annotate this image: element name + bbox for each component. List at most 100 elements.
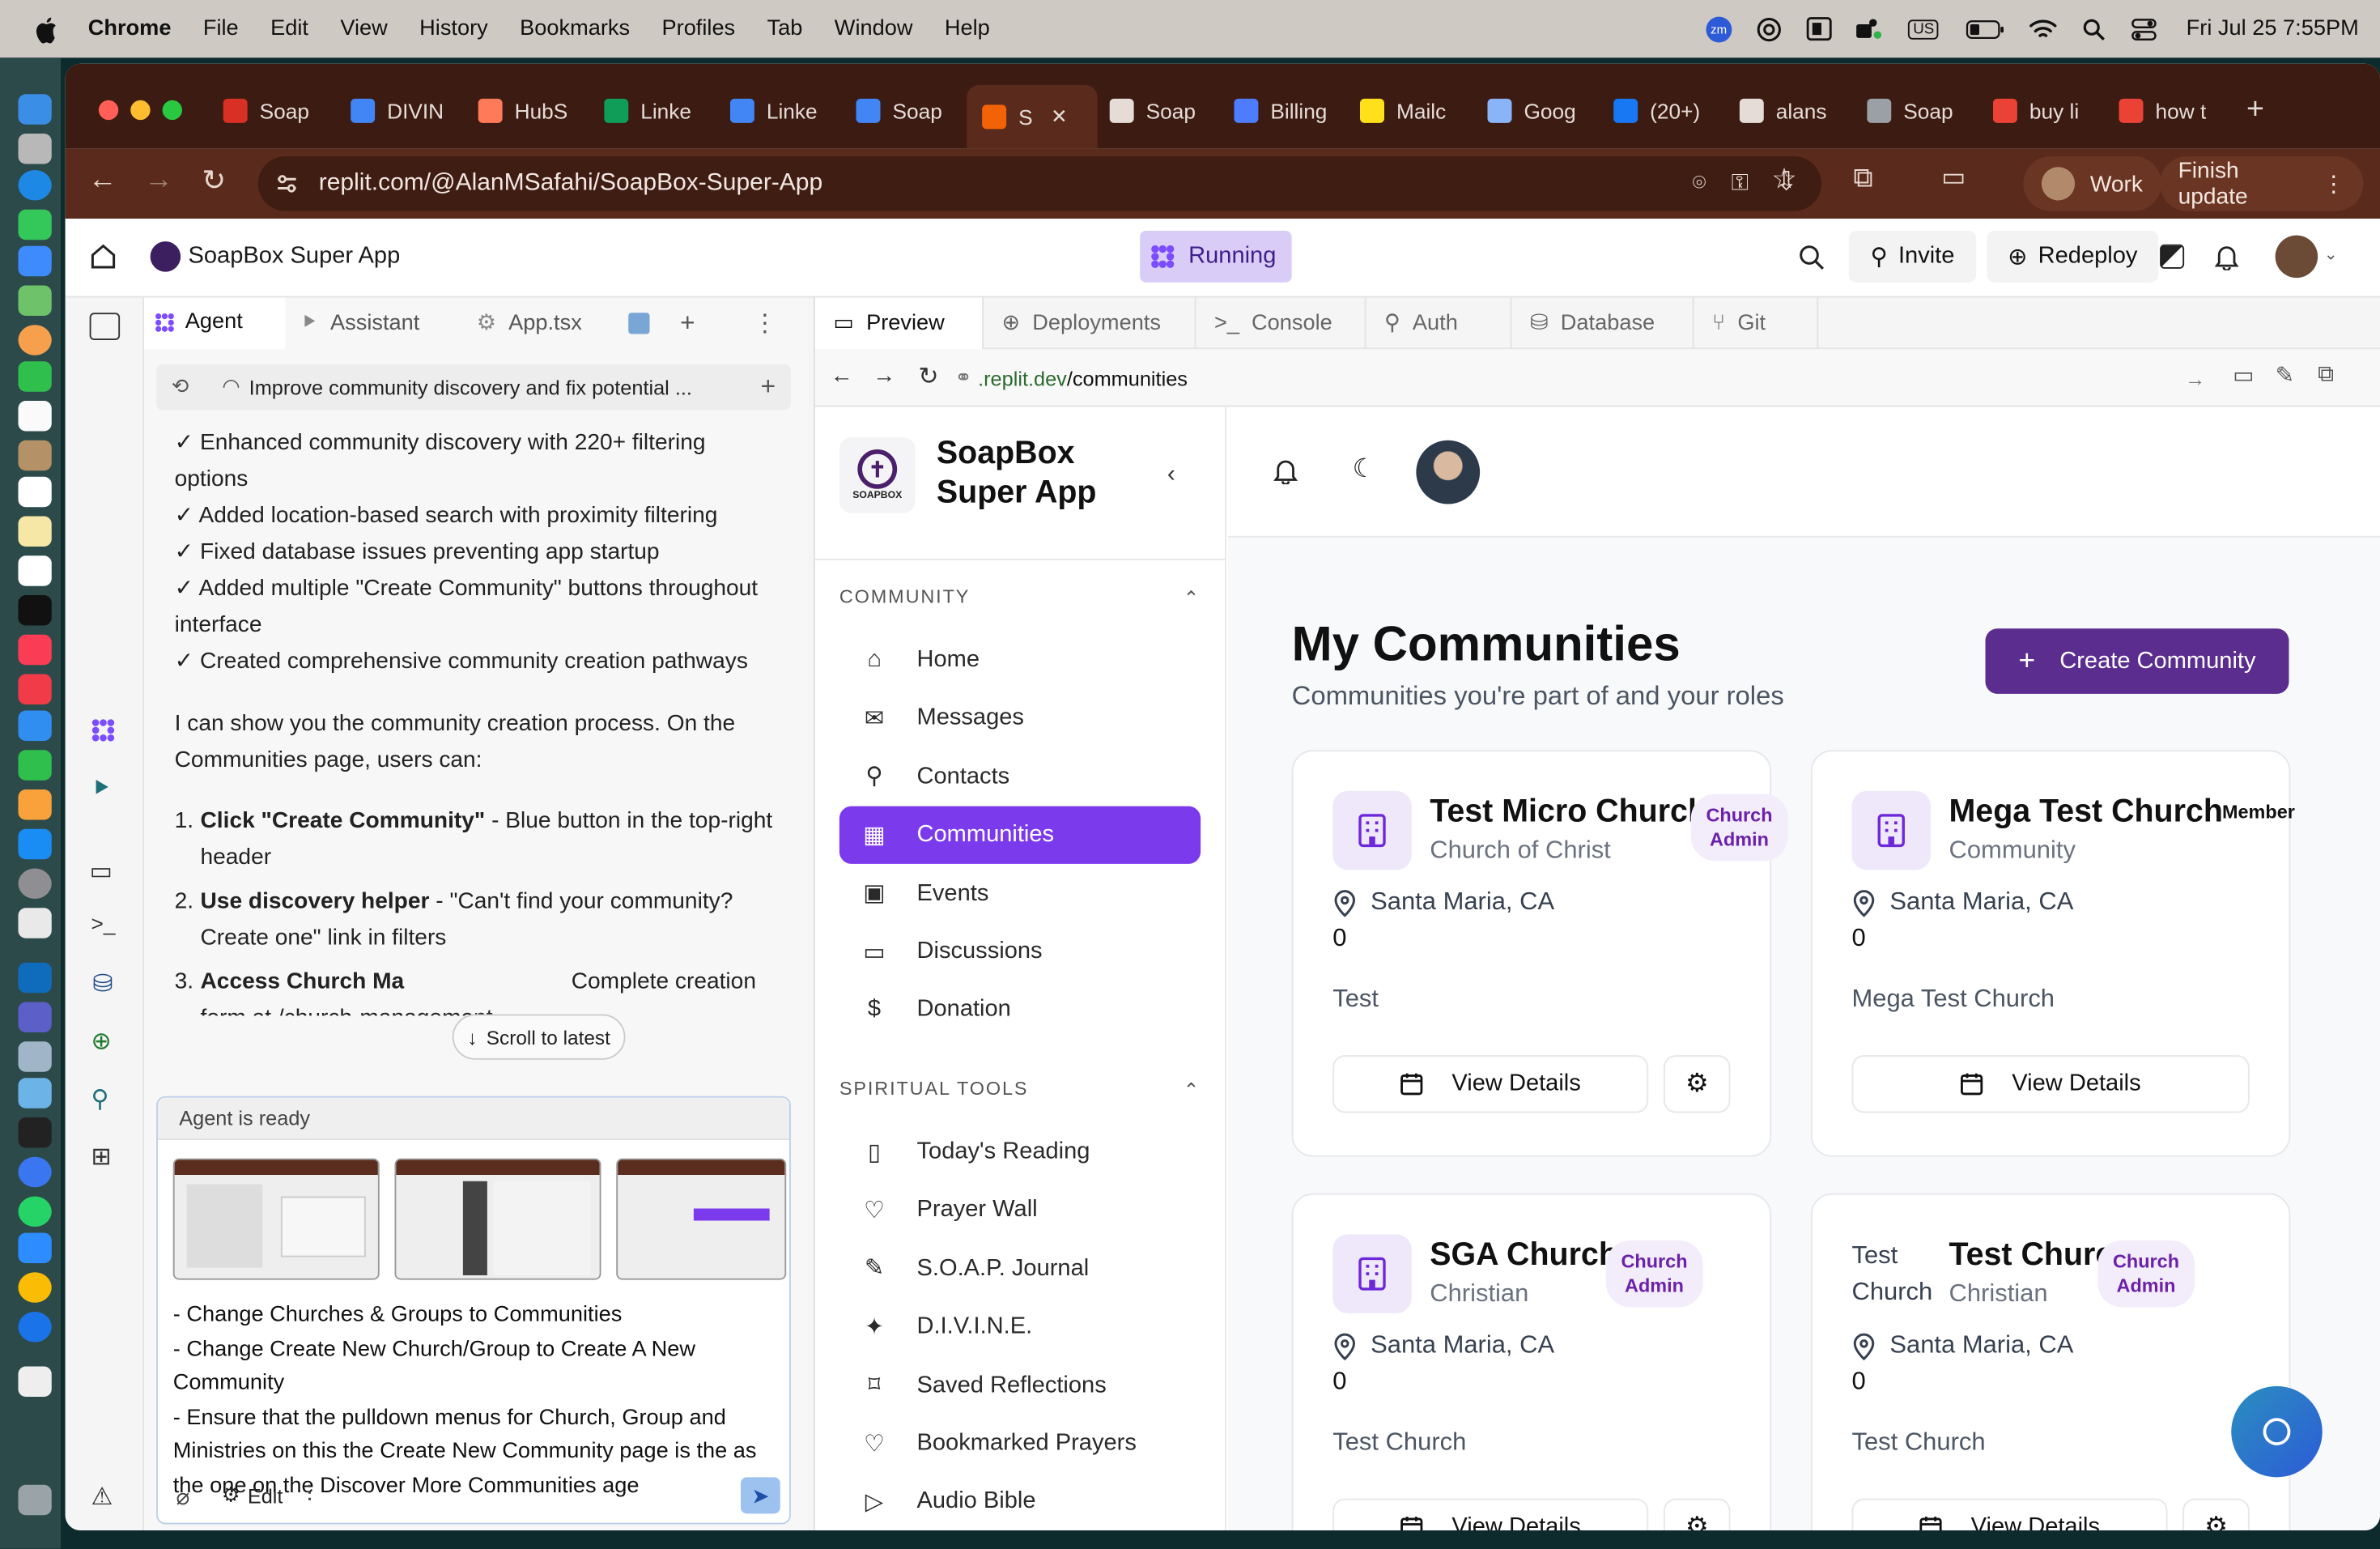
launchpad-icon[interactable] xyxy=(18,134,52,164)
chrome-icon[interactable] xyxy=(18,1272,52,1303)
scroll-to-latest-button[interactable]: ↓ Scroll to latest xyxy=(452,1014,626,1060)
auth-rail-icon[interactable]: ⚲ xyxy=(91,1084,109,1115)
screenshot-thumbnail[interactable] xyxy=(616,1158,787,1280)
search-icon[interactable] xyxy=(1799,245,1825,270)
menu-file[interactable]: File xyxy=(203,17,239,41)
sidebar-item-communities[interactable]: ▦ Communities xyxy=(839,806,1201,865)
apple-icon[interactable] xyxy=(31,14,62,45)
wifi-icon[interactable] xyxy=(2029,17,2058,41)
zoom-dock-icon[interactable] xyxy=(18,1232,52,1263)
device-icon[interactable]: ▭ xyxy=(2233,361,2255,389)
sidebar-item-bookmarked-prayers[interactable]: ♡ Bookmarked Prayers xyxy=(839,1415,1201,1473)
new-tab-icon[interactable]: + xyxy=(2246,92,2264,127)
extensions-icon[interactable]: ⧉ xyxy=(1853,163,1872,194)
draft-message[interactable]: - Change Churches & Groups to Communitie… xyxy=(173,1298,775,1503)
new-tab-plus-icon[interactable]: + xyxy=(680,309,695,339)
contacts-icon[interactable] xyxy=(18,440,52,471)
menu-bookmarks[interactable]: Bookmarks xyxy=(520,17,630,41)
menu-app-name[interactable]: Chrome xyxy=(88,17,172,41)
sidebar-item-s-o-a-p-journal[interactable]: ✎ S.O.A.P. Journal xyxy=(839,1240,1201,1297)
settings-icon[interactable] xyxy=(18,868,52,899)
sidebar-item-today-s-reading[interactable]: ▯ Today's Reading xyxy=(839,1124,1201,1181)
outlook-icon[interactable] xyxy=(18,962,52,994)
ts-file-icon[interactable] xyxy=(628,313,650,334)
finder-icon[interactable] xyxy=(18,94,52,125)
view-details-button[interactable]: View Details xyxy=(1332,1498,1649,1530)
history-icon[interactable]: ⟲ xyxy=(172,375,189,399)
tab-auth[interactable]: ⚲ Auth xyxy=(1366,296,1512,349)
reading-list-icon[interactable]: ▭ xyxy=(1941,163,1966,194)
preview-app-icon[interactable] xyxy=(18,1041,52,1072)
teams-icon[interactable] xyxy=(1855,17,1883,41)
keynote-icon[interactable] xyxy=(18,710,52,741)
devtools-icon[interactable]: ✎ xyxy=(2276,361,2295,389)
chat-support-button[interactable] xyxy=(2231,1385,2323,1478)
all-tools-icon[interactable]: ⊞ xyxy=(91,1142,112,1172)
terminal-icon[interactable] xyxy=(18,1117,52,1148)
tv-icon[interactable] xyxy=(18,595,52,626)
browser-tab[interactable]: Soap xyxy=(1109,91,1216,131)
community-settings-button[interactable]: ⚙ xyxy=(1664,1055,1731,1113)
browser-tab[interactable]: Linke xyxy=(729,91,836,131)
menu-profiles[interactable]: Profiles xyxy=(662,17,736,41)
preview-forward-icon[interactable]: → xyxy=(873,363,895,389)
community-name[interactable]: Mega Test Church xyxy=(1949,794,2223,831)
sliders-icon[interactable]: ⫶ xyxy=(307,1482,312,1508)
sidebar-item-contacts[interactable]: ⚲ Contacts xyxy=(839,748,1201,806)
zoom-window-button[interactable] xyxy=(162,100,182,121)
office-icon[interactable] xyxy=(1805,17,1833,41)
preview-rail-icon[interactable]: ▭ xyxy=(90,857,113,887)
automator-icon[interactable] xyxy=(18,1078,52,1109)
screenshot-thumbnail[interactable] xyxy=(394,1158,601,1280)
tools-section-heading[interactable]: SPIRITUAL TOOLS ⌃ xyxy=(839,1078,1201,1100)
at-sign-icon[interactable] xyxy=(1755,17,1783,41)
preview-reload-icon[interactable]: ↻ xyxy=(918,361,938,392)
preview-back-icon[interactable]: ← xyxy=(831,363,853,389)
alerts-icon[interactable]: ⚠ xyxy=(91,1482,113,1513)
attach-icon[interactable]: ⌀ xyxy=(176,1483,190,1511)
community-settings-button[interactable]: ⚙ xyxy=(2182,1498,2250,1530)
browser-tab[interactable]: Goog xyxy=(1487,91,1594,131)
close-window-button[interactable] xyxy=(98,100,119,121)
browser-tab[interactable]: Soap xyxy=(1867,91,1973,131)
deployments-rail-icon[interactable]: ⊕ xyxy=(91,1027,112,1057)
create-community-button[interactable]: + Create Community xyxy=(1985,628,2289,694)
edit-button[interactable]: ⚙ Edit xyxy=(222,1483,283,1508)
sidebar-item-d-i-v-i-n-e[interactable]: ✦ D.I.V.I.N.E. xyxy=(839,1298,1201,1355)
minimize-window-button[interactable] xyxy=(130,100,151,121)
maps-icon[interactable] xyxy=(18,285,52,316)
location-icon[interactable]: ⌾ xyxy=(1693,170,1706,196)
input-source-icon[interactable]: US xyxy=(1906,17,1942,41)
menu-history[interactable]: History xyxy=(419,17,488,41)
browser-tab[interactable]: HubS xyxy=(478,91,584,131)
tab-deployments[interactable]: ⊕ Deployments xyxy=(984,296,1196,349)
community-settings-button[interactable]: ⚙ xyxy=(1664,1498,1731,1530)
browser-tab[interactable]: alans xyxy=(1739,91,1846,131)
zoom-icon[interactable]: zm xyxy=(1705,15,1732,42)
address-bar[interactable]: replit.com/@AlanMSafahi/SoapBox-Super-Ap… xyxy=(257,156,1821,211)
thread-title[interactable]: Improve community discovery and fix pote… xyxy=(249,376,692,398)
browser-tab[interactable]: DIVIN xyxy=(351,91,457,131)
music-icon[interactable] xyxy=(18,634,52,666)
reload-icon[interactable]: ↻ xyxy=(202,164,226,199)
numbers-icon[interactable] xyxy=(18,750,52,781)
sidebar-toggle-icon[interactable] xyxy=(89,313,121,340)
reminders-icon[interactable] xyxy=(18,476,52,508)
sidebar-item-home[interactable]: ⌂ Home xyxy=(839,632,1201,689)
onepassword-icon[interactable] xyxy=(18,1312,52,1343)
browser-tab[interactable]: Soap xyxy=(856,91,963,131)
browser-tab[interactable]: Linke xyxy=(604,91,710,131)
menu-tab[interactable]: Tab xyxy=(767,17,803,41)
browser-tab[interactable]: Soap xyxy=(223,91,329,131)
console-rail-icon[interactable]: >_ xyxy=(91,911,116,935)
document-icon[interactable] xyxy=(18,1366,52,1397)
notes-icon[interactable] xyxy=(18,516,52,547)
redeploy-button[interactable]: ⊕ Redeploy xyxy=(1987,231,2159,283)
notifications-icon[interactable] xyxy=(1273,457,1298,485)
tab-git[interactable]: ⑂ Git xyxy=(1694,296,1819,349)
sidebar-item-messages[interactable]: ✉ Messages xyxy=(839,690,1201,747)
trash-icon[interactable] xyxy=(18,1484,52,1516)
database-rail-icon[interactable]: ⛁ xyxy=(92,968,113,999)
close-tab-icon[interactable]: ✕ xyxy=(1051,104,1067,129)
view-details-button[interactable]: View Details xyxy=(1851,1055,2250,1113)
